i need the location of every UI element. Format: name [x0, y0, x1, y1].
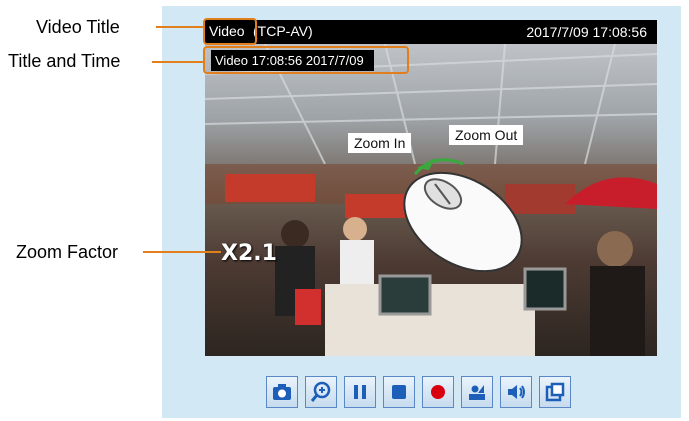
titlebar-datetime: 2017/7/09 17:08:56: [526, 24, 647, 40]
annotation-video-title: Video Title: [36, 17, 120, 37]
stop-icon: [392, 385, 406, 399]
zoom-in-hint: Zoom In: [348, 133, 412, 153]
video-adjust-icon: [469, 385, 485, 400]
leader-video-title: [156, 26, 203, 28]
zoom-in-icon: [310, 381, 331, 402]
leader-zoom-factor: [143, 251, 221, 253]
video-titlebar: Video (TCP-AV) 2017/7/09 17:08:56: [205, 20, 657, 44]
zoom-factor-indicator: X2.1: [221, 241, 277, 266]
fullscreen-button[interactable]: [539, 376, 571, 408]
highlight-title-time: [203, 46, 409, 74]
digital-zoom-button[interactable]: [305, 376, 337, 408]
annotation-title-and-time: Title and Time: [8, 51, 121, 71]
speaker-icon: [508, 385, 525, 399]
fullscreen-icon: [545, 382, 565, 402]
annotation-zoom-factor: Zoom Factor: [16, 242, 119, 262]
stream-type: (TCP-AV): [253, 23, 313, 39]
stop-button[interactable]: [383, 376, 415, 408]
pause-button[interactable]: [344, 376, 376, 408]
snapshot-button[interactable]: [266, 376, 298, 408]
camera-icon: [273, 384, 291, 400]
record-button[interactable]: [422, 376, 454, 408]
leader-title-time: [152, 61, 203, 63]
zoom-out-hint: Zoom Out: [449, 125, 524, 145]
store-scene-image: [205, 44, 657, 356]
video-adjust-button[interactable]: [461, 376, 493, 408]
highlight-video-title: [203, 18, 257, 45]
player-toolbar: [266, 376, 571, 410]
record-icon: [431, 385, 445, 399]
pause-icon: [354, 385, 366, 399]
live-video-view[interactable]: Video 17:08:56 2017/7/09 X2.1 Zoom In Zo…: [205, 44, 657, 356]
volume-button[interactable]: [500, 376, 532, 408]
